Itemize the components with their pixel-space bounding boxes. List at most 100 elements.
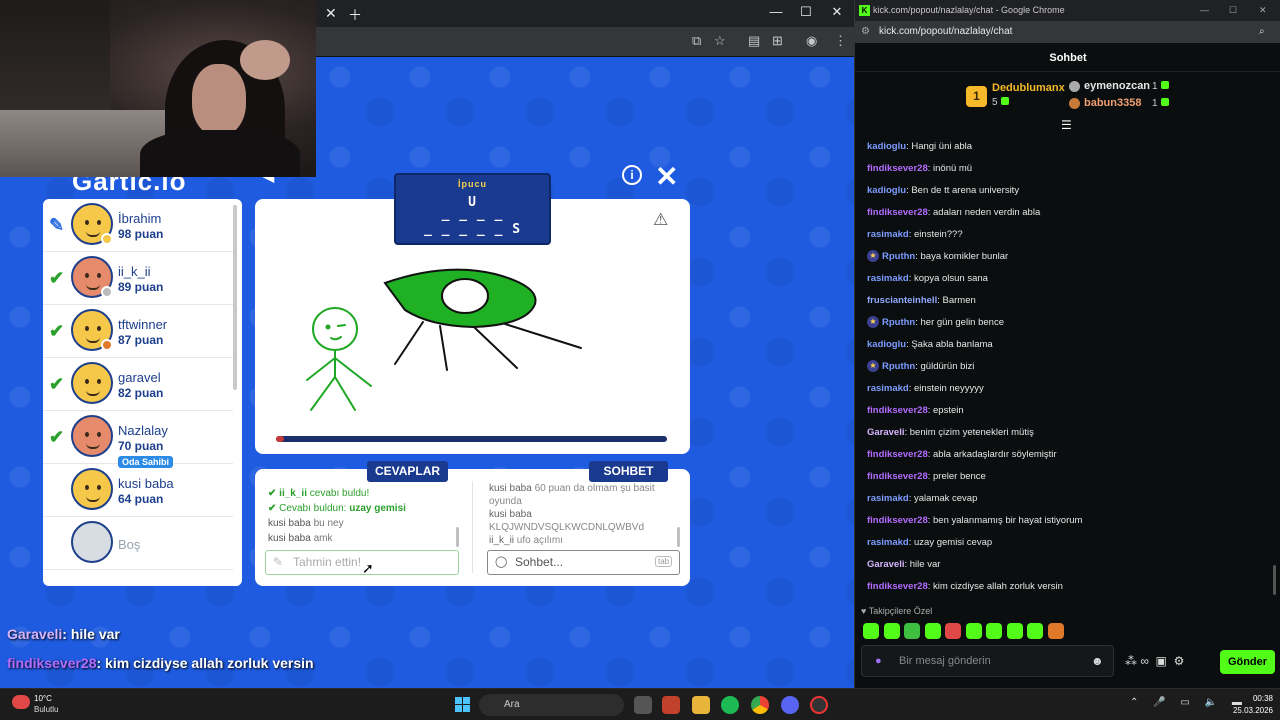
player-row[interactable]: ✔ Nazlalay 70 puan Oda Sahibi xyxy=(43,411,233,468)
info-button[interactable]: i xyxy=(622,165,642,185)
emote-icon[interactable] xyxy=(1047,623,1064,639)
emote-icon[interactable] xyxy=(924,623,941,639)
chat-message: rasimakd: einstein??? xyxy=(867,225,1272,247)
chat-tools-icons[interactable]: ⁂ ∞ ▣ ⚙ xyxy=(1125,654,1184,668)
expand-chevron-icon[interactable]: ☰ xyxy=(1061,118,1072,132)
hint-title: İpucu xyxy=(458,179,487,189)
chat-username[interactable]: Rputhn xyxy=(882,361,915,372)
close-window-icon[interactable]: ✕ xyxy=(1259,0,1267,21)
menu-kebab-icon[interactable]: ⋮ xyxy=(834,33,847,49)
player-row[interactable]: ✔ garavel 82 puan xyxy=(43,358,233,411)
leader-second-name[interactable]: eymenozcan xyxy=(1084,80,1150,92)
kick-url-bar[interactable]: ⚙ kick.com/popout/nazlalay/chat ⌕ xyxy=(855,21,1280,43)
reader-icon[interactable]: ▤ xyxy=(748,33,760,49)
player-row[interactable]: ✔ ii_k_ii 89 puan xyxy=(43,252,233,305)
url-text: kick.com/popout/nazlalay/chat xyxy=(879,26,1013,37)
cast-icon[interactable]: ⧉ xyxy=(692,33,701,49)
chat-username[interactable]: kadioglu xyxy=(867,185,906,196)
chat-username[interactable]: kadioglu xyxy=(867,141,906,152)
player-row[interactable]: kusi baba 64 puan xyxy=(43,464,233,517)
chat-username[interactable]: fruscianteinhell xyxy=(867,295,937,306)
taskbar-search[interactable]: Ara xyxy=(479,694,624,716)
player-row[interactable]: ✎ İbrahim 98 puan xyxy=(43,199,233,252)
emote-icon[interactable] xyxy=(986,623,1002,639)
leader-third-name[interactable]: babun3358 xyxy=(1084,97,1141,109)
overlay-chat-line: Garaveli: hile var xyxy=(7,626,120,642)
gift-leaderboard: 1 Dedublumanx 5 eymenozcan 1 babun3358 1 xyxy=(855,78,1280,118)
close-window-icon[interactable]: ✕ xyxy=(826,4,848,20)
emote-icon[interactable] xyxy=(863,623,879,639)
leader-first-count: 5 xyxy=(992,97,1009,108)
chat-username[interactable]: rasimakd xyxy=(867,273,909,284)
chat-username[interactable]: Rputhn xyxy=(882,251,915,262)
player-row[interactable]: ✔ tftwinner 87 puan xyxy=(43,305,233,358)
task-view-icon[interactable] xyxy=(634,696,652,714)
weather-icon[interactable] xyxy=(12,695,30,709)
chrome-icon[interactable] xyxy=(751,696,769,714)
chat-username[interactable]: findiksever28 xyxy=(867,405,928,416)
pencil-icon: ✎ xyxy=(273,555,284,569)
chat-username[interactable]: Rputhn xyxy=(882,317,915,328)
chat-username[interactable]: findiksever28 xyxy=(867,515,928,526)
chat-username[interactable]: rasimakd xyxy=(867,229,909,240)
report-warning-icon[interactable]: ⚠ xyxy=(653,210,668,230)
close-tab-icon[interactable]: ✕ xyxy=(325,5,337,22)
emote-icon[interactable] xyxy=(945,623,961,639)
new-tab-icon[interactable]: ＋ xyxy=(348,5,362,25)
weather-temperature: 10°C xyxy=(34,694,52,703)
emote-icon[interactable] xyxy=(883,623,900,639)
app-icon[interactable] xyxy=(810,696,828,714)
answers-scrollbar[interactable] xyxy=(456,527,459,547)
game-chat-scrollbar[interactable] xyxy=(677,527,680,547)
player-row[interactable]: Boş xyxy=(43,517,233,570)
chat-scrollbar[interactable] xyxy=(1273,565,1276,595)
file-explorer-icon[interactable] xyxy=(692,696,710,714)
extensions-icon[interactable]: ⊞ xyxy=(772,33,783,49)
leader-third-count: 1 xyxy=(1152,98,1169,109)
minimize-icon[interactable]: — xyxy=(765,4,787,19)
chat-username[interactable]: findiksever28 xyxy=(867,471,928,482)
site-settings-icon[interactable]: ⚙ xyxy=(861,21,870,43)
emoji-icon[interactable]: ☻ xyxy=(1091,654,1104,668)
emote-icon[interactable] xyxy=(904,623,920,639)
chat-username[interactable]: rasimakd xyxy=(867,537,909,548)
emote-icon[interactable] xyxy=(1006,623,1023,639)
chat-username[interactable]: rasimakd xyxy=(867,383,909,394)
leader-first-name[interactable]: Dedublumanx xyxy=(992,82,1065,94)
profile-avatar-icon[interactable]: ◉ xyxy=(806,33,817,49)
game-chat-input[interactable]: Sohbet... xyxy=(487,550,680,575)
zoom-search-icon[interactable]: ⌕ xyxy=(1259,21,1265,43)
chat-username[interactable]: findiksever28 xyxy=(867,163,928,174)
discord-icon[interactable] xyxy=(781,696,799,714)
microphone-icon[interactable]: ● xyxy=(875,655,882,667)
tab-answers[interactable]: CEVAPLAR xyxy=(367,461,448,482)
bookmark-star-icon[interactable]: ☆ xyxy=(714,33,726,49)
players-scrollbar[interactable] xyxy=(233,205,237,390)
app-p-icon[interactable] xyxy=(662,696,680,714)
chat-message-input[interactable]: Bir mesaj gönderin xyxy=(861,645,1114,677)
start-button[interactable] xyxy=(455,697,471,713)
chat-username[interactable]: kadioglu xyxy=(867,339,906,350)
maximize-icon[interactable]: ☐ xyxy=(795,4,817,20)
player-score: 87 puan xyxy=(118,333,164,347)
chat-username[interactable]: findiksever28 xyxy=(867,449,928,460)
minimize-icon[interactable]: — xyxy=(1200,0,1209,21)
player-name: İbrahim xyxy=(118,211,162,226)
chat-username[interactable]: Garaveli xyxy=(867,427,905,438)
close-game-button[interactable]: ✕ xyxy=(655,160,678,193)
emote-icon[interactable] xyxy=(965,623,982,639)
send-button[interactable]: Gönder xyxy=(1220,650,1275,674)
chat-message: rasimakd: einstein neyyyyy xyxy=(867,379,1272,401)
maximize-icon[interactable]: ☐ xyxy=(1229,0,1237,21)
chat-username[interactable]: findiksever28 xyxy=(867,207,928,218)
chat-username[interactable]: rasimakd xyxy=(867,493,909,504)
rank-one-badge: 1 xyxy=(966,86,987,107)
chat-text: : baya komikler bunlar xyxy=(915,251,1009,262)
spotify-icon[interactable] xyxy=(721,696,739,714)
chat-username[interactable]: Garaveli xyxy=(867,559,905,570)
chat-username[interactable]: findiksever28 xyxy=(867,581,928,592)
chat-text: : güldürün bizi xyxy=(915,361,975,372)
chat-text: : preler bence xyxy=(927,471,986,482)
emote-icon[interactable] xyxy=(1027,623,1043,639)
tab-game-chat[interactable]: SOHBET xyxy=(589,461,668,482)
